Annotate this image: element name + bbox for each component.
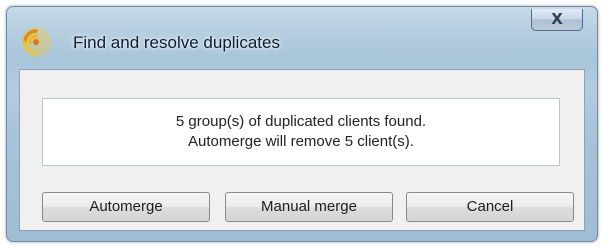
cancel-button[interactable]: Cancel [406,192,574,222]
close-button[interactable]: X [531,9,583,31]
sound-waves-icon [21,27,51,57]
close-icon: X [551,10,563,28]
title-bar[interactable]: Find and resolve duplicates X [7,7,597,69]
window-title: Find and resolve duplicates [73,33,280,52]
button-row: Automerge Manual merge Cancel [42,192,582,222]
dialog-window: Find and resolve duplicates X 5 group(s)… [6,6,598,242]
manual-merge-button[interactable]: Manual merge [225,192,393,222]
automerge-button[interactable]: Automerge [42,192,210,222]
message-panel: 5 group(s) of duplicated clients found. … [42,98,560,166]
dialog-content: 5 group(s) of duplicated clients found. … [19,69,585,231]
message-line-automerge-info: Automerge will remove 5 client(s). [188,133,414,150]
message-line-groups-found: 5 group(s) of duplicated clients found. [175,113,427,130]
